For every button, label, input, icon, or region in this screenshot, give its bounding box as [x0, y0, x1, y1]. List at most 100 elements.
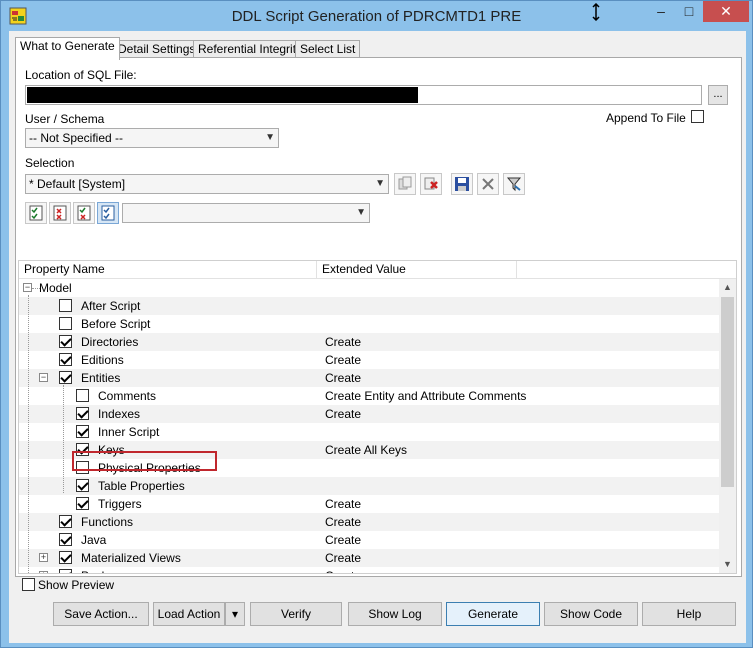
close-icon[interactable]	[477, 173, 499, 195]
check-all-icon[interactable]	[25, 202, 47, 224]
table-row[interactable]: Java Create	[19, 531, 719, 549]
maximize-button[interactable]: □	[675, 1, 703, 22]
selection-label: Selection	[25, 156, 75, 170]
highlight-box	[72, 451, 217, 471]
row-checkbox[interactable]	[76, 497, 89, 510]
close-button[interactable]: ✕	[703, 1, 749, 22]
row-checkbox[interactable]	[59, 569, 72, 573]
row-property-name: Entities	[81, 371, 121, 385]
save-icon[interactable]	[451, 173, 473, 195]
show-preview-label: Show Preview	[38, 578, 115, 592]
tree-connector	[28, 295, 29, 573]
row-checkbox[interactable]	[59, 317, 72, 330]
table-row[interactable]: Triggers Create	[19, 495, 719, 513]
table-row[interactable]: + Materialized Views Create	[19, 549, 719, 567]
show-log-button[interactable]: Show Log	[348, 602, 442, 626]
user-schema-label: User / Schema	[25, 112, 105, 126]
copy-selection-icon[interactable]	[394, 173, 416, 195]
row-checkbox[interactable]	[59, 335, 72, 348]
table-row[interactable]: Before Script	[19, 315, 719, 333]
user-schema-value: -- Not Specified --	[29, 131, 124, 145]
scroll-thumb[interactable]	[721, 297, 734, 487]
row-checkbox[interactable]	[59, 353, 72, 366]
row-extended-value: Create	[325, 497, 362, 511]
row-checkbox[interactable]	[76, 407, 89, 420]
row-extended-value: Create All Keys	[325, 443, 408, 457]
tree-connector	[32, 288, 40, 289]
location-label: Location of SQL File:	[25, 68, 137, 82]
table-row[interactable]: Inner Script	[19, 423, 719, 441]
selection-dropdown[interactable]: * Default [System] ▼	[25, 174, 389, 194]
row-extended-value: Create	[325, 533, 362, 547]
delete-selection-icon[interactable]	[420, 173, 442, 195]
browse-button[interactable]: ...	[708, 85, 728, 105]
table-row[interactable]: After Script	[19, 297, 719, 315]
vertical-scrollbar[interactable]: ▲ ▼	[719, 279, 736, 573]
scroll-down-icon[interactable]: ▼	[719, 556, 736, 573]
title-bar[interactable]: DDL Script Generation of PDRCMTD1 PRE – …	[1, 1, 752, 31]
row-checkbox[interactable]	[59, 515, 72, 528]
row-extended-value: Create	[325, 515, 362, 529]
table-row[interactable]: Indexes Create	[19, 405, 719, 423]
table-row[interactable]: Table Properties	[19, 477, 719, 495]
show-preview-checkbox[interactable]	[22, 578, 35, 591]
column-header-extended-value[interactable]: Extended Value	[317, 261, 517, 279]
row-property-name: Indexes	[98, 407, 141, 421]
chevron-down-icon: ▼	[265, 132, 275, 143]
dialog-window: DDL Script Generation of PDRCMTD1 PRE – …	[0, 0, 753, 648]
show-code-button[interactable]: Show Code	[544, 602, 638, 626]
row-property-name: Java	[81, 533, 107, 547]
load-action-dropdown[interactable]: ▾	[225, 602, 245, 626]
row-extended-value: Create	[325, 371, 362, 385]
user-schema-dropdown[interactable]: -- Not Specified -- ▼	[25, 128, 279, 148]
row-checkbox[interactable]	[76, 425, 89, 438]
verify-button[interactable]: Verify	[250, 602, 342, 626]
uncheck-all-icon[interactable]	[49, 202, 71, 224]
column-header-property-name[interactable]: Property Name	[19, 261, 317, 279]
row-property-name: Before Script	[81, 317, 151, 331]
expand-icon[interactable]: +	[39, 553, 48, 562]
minimize-button[interactable]: –	[647, 1, 675, 22]
table-row[interactable]: Comments Create Entity and Attribute Comm…	[19, 387, 719, 405]
filter-dropdown[interactable]: ▼	[122, 203, 370, 223]
row-extended-value: Create	[325, 407, 362, 421]
sql-file-location-input[interactable]	[25, 85, 702, 105]
expand-icon[interactable]: +	[39, 571, 48, 573]
table-row[interactable]: + Packages Create	[19, 567, 719, 573]
chevron-down-icon: ▼	[356, 207, 366, 218]
table-row[interactable]: Editions Create	[19, 351, 719, 369]
filter-settings-icon[interactable]	[503, 173, 525, 195]
dialog-client-area: What to Generate Detail Settings Referen…	[9, 31, 746, 643]
redacted-path	[27, 87, 418, 103]
row-property-name: Comments	[98, 389, 157, 403]
row-property-name: Directories	[81, 335, 139, 349]
scroll-up-icon[interactable]: ▲	[719, 279, 736, 296]
row-checkbox[interactable]	[59, 551, 72, 564]
append-to-file-label: Append To File	[606, 111, 686, 125]
save-action-button[interactable]: Save Action...	[53, 602, 149, 626]
row-property-name: Table Properties	[98, 479, 185, 493]
generate-button[interactable]: Generate	[446, 602, 540, 626]
table-row[interactable]: − Model	[19, 279, 719, 297]
row-property-name: Materialized Views	[81, 551, 181, 565]
row-checkbox[interactable]	[76, 389, 89, 402]
load-action-button[interactable]: Load Action	[153, 602, 225, 626]
append-to-file-checkbox[interactable]	[691, 110, 704, 123]
row-checkbox[interactable]	[59, 533, 72, 546]
table-row[interactable]: Directories Create	[19, 333, 719, 351]
row-property-name: Model	[39, 281, 72, 295]
row-property-name: Inner Script	[98, 425, 160, 439]
help-button[interactable]: Help	[642, 602, 736, 626]
tab-what-to-generate[interactable]: What to Generate	[15, 37, 120, 60]
toggle-checks-icon[interactable]	[73, 202, 95, 224]
table-row[interactable]: Functions Create	[19, 513, 719, 531]
row-checkbox[interactable]	[59, 299, 72, 312]
check-default-icon[interactable]	[97, 202, 119, 224]
row-checkbox[interactable]	[76, 479, 89, 492]
row-property-name: Editions	[81, 353, 124, 367]
table-row[interactable]: − Entities Create	[19, 369, 719, 387]
window-title: DDL Script Generation of PDRCMTD1 PRE	[231, 8, 522, 25]
collapse-icon[interactable]: −	[23, 283, 32, 292]
collapse-icon[interactable]: −	[39, 373, 48, 382]
row-checkbox[interactable]	[59, 371, 72, 384]
